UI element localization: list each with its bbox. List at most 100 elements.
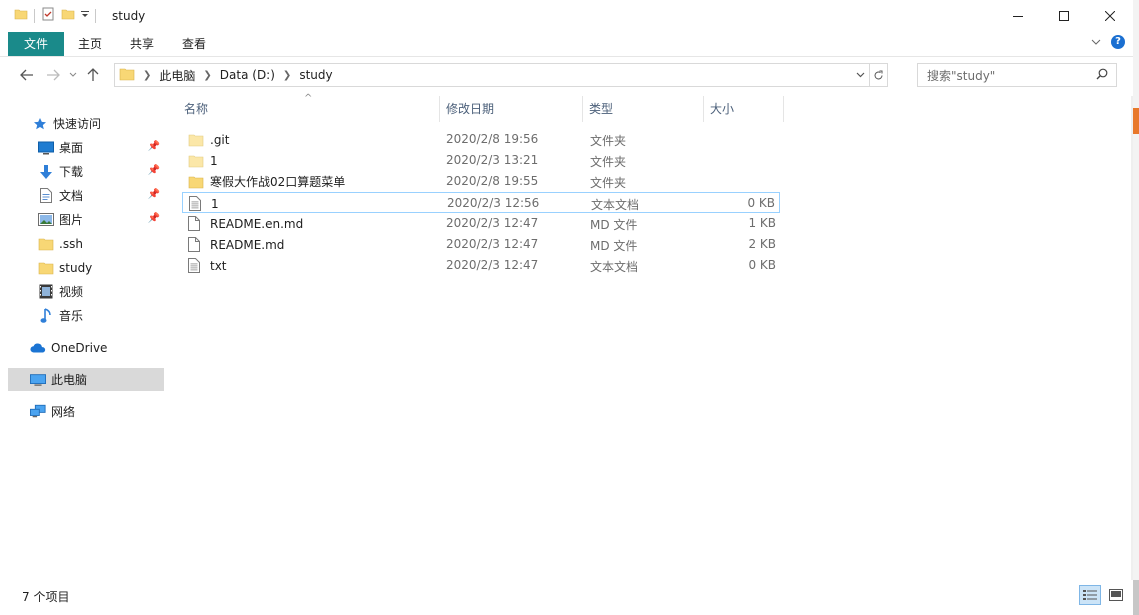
file-date: 2020/2/3 12:56 <box>447 196 540 210</box>
up-button[interactable] <box>80 62 106 88</box>
nav-onedrive[interactable]: OneDrive <box>30 336 164 359</box>
search-icon[interactable] <box>1096 68 1108 83</box>
address-bar[interactable]: ❯ 此电脑 ❯ Data (D:) ❯ study <box>114 63 888 87</box>
desktop-edge-bottom <box>1133 580 1139 615</box>
pin-icon[interactable]: 📌 <box>148 189 160 200</box>
chevron-right-icon[interactable]: ❯ <box>283 70 291 81</box>
file-row[interactable]: 寒假大作战02口算题菜单 2020/2/8 19:55 文件夹 <box>182 171 780 192</box>
file-icon <box>188 237 204 253</box>
file-name: 1 <box>210 153 218 168</box>
cloud-icon <box>30 340 46 356</box>
quick-access-toolbar <box>14 7 102 24</box>
chevron-right-icon[interactable]: ❯ <box>203 70 211 81</box>
nav-label: 此电脑 <box>51 373 88 387</box>
tab-view[interactable]: 查看 <box>168 32 220 56</box>
tab-home[interactable]: 主页 <box>64 32 116 56</box>
nav-label: 下载 <box>59 165 84 179</box>
large-icons-view-icon <box>1109 589 1123 601</box>
nav-pictures[interactable]: 图片 📌 <box>38 208 164 231</box>
folder-icon <box>188 132 204 148</box>
tab-file[interactable]: 文件 <box>8 31 64 56</box>
nav-study[interactable]: study <box>38 256 164 279</box>
minimize-button[interactable] <box>995 0 1041 31</box>
file-date: 2020/2/8 19:55 <box>446 174 539 188</box>
file-name: .git <box>210 132 230 147</box>
file-type: 文本文档 <box>591 198 640 212</box>
file-row[interactable]: 1 2020/2/3 12:56 文本文档 0 KB <box>182 192 780 213</box>
address-dropdown-button[interactable] <box>851 64 869 86</box>
pictures-icon <box>38 212 54 228</box>
forward-button[interactable] <box>40 62 66 88</box>
text-file-icon <box>189 196 205 212</box>
nav-quick-access[interactable]: 快速访问 <box>32 112 164 135</box>
nav-this-pc[interactable]: 此电脑 <box>8 368 164 391</box>
file-type: MD 文件 <box>590 239 638 253</box>
refresh-button[interactable] <box>869 64 887 86</box>
large-icons-view-button[interactable] <box>1105 585 1127 605</box>
navigation-pane: 快速访问 桌面 📌 下载 📌 文档 📌 图片 📌 .ssh study 视频 音… <box>0 96 165 580</box>
nav-label: 网络 <box>51 405 76 419</box>
breadcrumb-study[interactable]: study <box>299 68 332 82</box>
arrow-left-icon <box>20 69 33 81</box>
file-type: 文件夹 <box>590 155 627 169</box>
properties-icon[interactable] <box>41 7 55 24</box>
file-name: README.md <box>210 237 285 252</box>
details-view-icon <box>1083 590 1097 600</box>
details-view-button[interactable] <box>1079 585 1101 605</box>
minimize-icon <box>1013 15 1023 17</box>
file-row[interactable]: txt 2020/2/3 12:47 文本文档 0 KB <box>182 255 780 276</box>
breadcrumb-this-pc[interactable]: 此电脑 <box>159 67 195 84</box>
desktop-icon <box>38 140 54 156</box>
file-size: 2 KB <box>748 237 776 251</box>
desktop-edge <box>1133 0 1139 615</box>
nav-videos[interactable]: 视频 <box>38 280 164 303</box>
search-placeholder: 搜索"study" <box>927 68 996 83</box>
maximize-button[interactable] <box>1041 0 1087 31</box>
column-size[interactable]: 大小 <box>704 96 784 122</box>
close-icon <box>1105 10 1115 21</box>
nav-documents[interactable]: 文档 📌 <box>38 184 164 207</box>
file-list: ^ 名称 修改日期 类型 大小 .git 2020/2/8 19:56 文件夹 … <box>178 93 784 274</box>
file-row[interactable]: .git 2020/2/8 19:56 文件夹 <box>182 129 780 150</box>
pin-icon[interactable]: 📌 <box>148 165 160 176</box>
file-icon <box>188 216 204 232</box>
file-type: MD 文件 <box>590 218 638 232</box>
file-type: 文件夹 <box>590 176 627 190</box>
file-row[interactable]: README.md 2020/2/3 12:47 MD 文件 2 KB <box>182 234 780 255</box>
customize-dropdown-icon[interactable] <box>81 9 89 23</box>
file-row[interactable]: 1 2020/2/3 13:21 文件夹 <box>182 150 780 171</box>
column-name[interactable]: 名称 <box>178 96 440 122</box>
recent-locations-button[interactable] <box>66 62 80 88</box>
column-type[interactable]: 类型 <box>583 96 704 122</box>
help-icon[interactable]: ? <box>1111 35 1125 49</box>
search-box[interactable]: 搜索"study" <box>917 63 1117 87</box>
close-button[interactable] <box>1087 0 1133 31</box>
nav-music[interactable]: 音乐 <box>38 304 164 327</box>
nav-downloads[interactable]: 下载 📌 <box>38 160 164 183</box>
breadcrumb-drive-d[interactable]: Data (D:) <box>220 68 275 82</box>
file-size: 1 KB <box>748 216 776 230</box>
navigation-row: ❯ 此电脑 ❯ Data (D:) ❯ study 搜索"study" <box>0 60 1133 90</box>
nav-label: 文档 <box>59 189 84 203</box>
file-type: 文件夹 <box>590 134 627 148</box>
nav-label: 图片 <box>59 213 84 227</box>
separator <box>34 8 35 23</box>
pin-icon[interactable]: 📌 <box>148 141 160 152</box>
column-date[interactable]: 修改日期 <box>440 96 583 122</box>
window-title: study <box>112 8 146 23</box>
file-name: 寒假大作战02口算题菜单 <box>210 175 346 189</box>
tab-share[interactable]: 共享 <box>116 32 168 56</box>
chevron-right-icon[interactable]: ❯ <box>143 70 151 81</box>
chevron-down-icon <box>69 72 77 77</box>
pin-icon[interactable]: 📌 <box>148 213 160 224</box>
nav-ssh[interactable]: .ssh <box>38 232 164 255</box>
nav-desktop[interactable]: 桌面 📌 <box>38 136 164 159</box>
expand-ribbon-icon[interactable] <box>1091 35 1101 49</box>
file-row[interactable]: README.en.md 2020/2/3 12:47 MD 文件 1 KB <box>182 213 780 234</box>
back-button[interactable] <box>14 62 40 88</box>
star-icon <box>32 116 48 132</box>
file-name: txt <box>210 258 227 273</box>
document-icon <box>38 188 54 204</box>
nav-network[interactable]: 网络 <box>30 400 164 423</box>
new-folder-icon[interactable] <box>61 7 75 24</box>
